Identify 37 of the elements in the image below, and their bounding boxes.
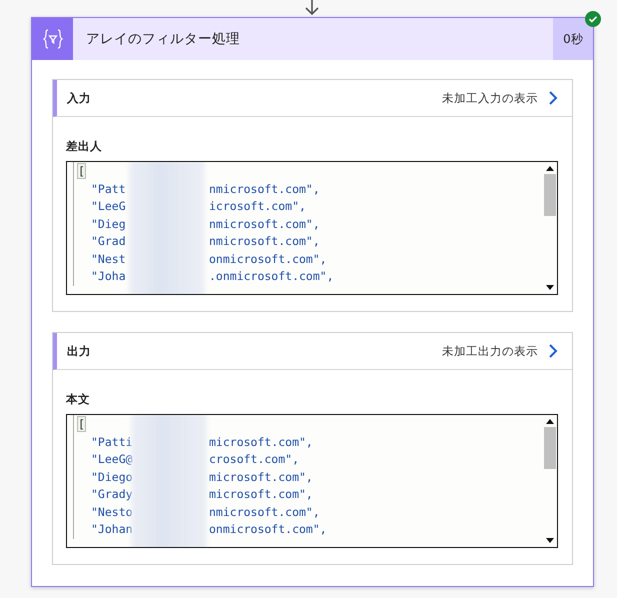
bracket: [ (77, 163, 86, 179)
code-text: crosoft.com", (209, 451, 300, 468)
raw-view-link[interactable]: 未加工入力の表示 (442, 90, 538, 106)
code-text: "Grad (91, 233, 127, 250)
code-text: onmicrosoft.com", (209, 250, 327, 268)
code-viewer[interactable]: [ "Patti microsoft.com", "LeeG@ crosoft.com", "Diego microsoft.com", "Grady microsoft.com", "Nesto nmicrosoft.com", "Johan onmicrosoft.com", (66, 414, 558, 548)
code-text: microsoft.com", (209, 468, 313, 486)
field-label: 差出人 (66, 139, 103, 154)
code-text: "Diego (91, 468, 134, 486)
code-text: icrosoft.com", (209, 198, 306, 215)
field-label: 本文 (66, 392, 91, 407)
code-text: onmicrosoft.com", (209, 521, 327, 538)
code-text: "Dieg (91, 216, 127, 232)
code-text: nmicrosoft.com", (209, 180, 320, 198)
code-text: "Johan (91, 521, 134, 538)
section-title: 出力 (67, 344, 92, 358)
code-text: "LeeG@ (91, 451, 134, 468)
code-text: microsoft.com", (209, 486, 313, 503)
code-text: "Patti (91, 434, 134, 450)
code-text: nmicrosoft.com", (209, 216, 320, 232)
code-text: "LeeG (91, 198, 127, 215)
action-title: アレイのフィルター処理 (85, 30, 241, 48)
code-text: nmicrosoft.com", (209, 504, 320, 520)
code-text: "Joha (91, 268, 127, 285)
code-text: "Grady (91, 486, 134, 503)
duration-label: 0秒 (553, 18, 593, 60)
section-title: 入力 (67, 90, 92, 106)
code-text: .onmicrosoft.com", (209, 268, 334, 285)
code-text: microsoft.com", (209, 434, 313, 450)
action-header[interactable]: アレイのフィルター処理 0秒 (32, 18, 593, 60)
code-text: "Nesto (91, 504, 134, 520)
code-text: "Patt (91, 180, 127, 198)
code-viewer[interactable]: [ "Patt nmicrosoft.com", "LeeG icrosoft.com", "Dieg nmicrosoft.com", "Grad nmicrosoft.com", "Nest onmicrosoft.com", "Joha .onmicrosoft.com", (66, 161, 558, 295)
raw-view-link[interactable]: 未加工出力の表示 (442, 344, 538, 358)
code-text: "Nest (91, 250, 127, 268)
code-text: nmicrosoft.com", (209, 233, 320, 250)
bracket: [ (77, 416, 86, 432)
